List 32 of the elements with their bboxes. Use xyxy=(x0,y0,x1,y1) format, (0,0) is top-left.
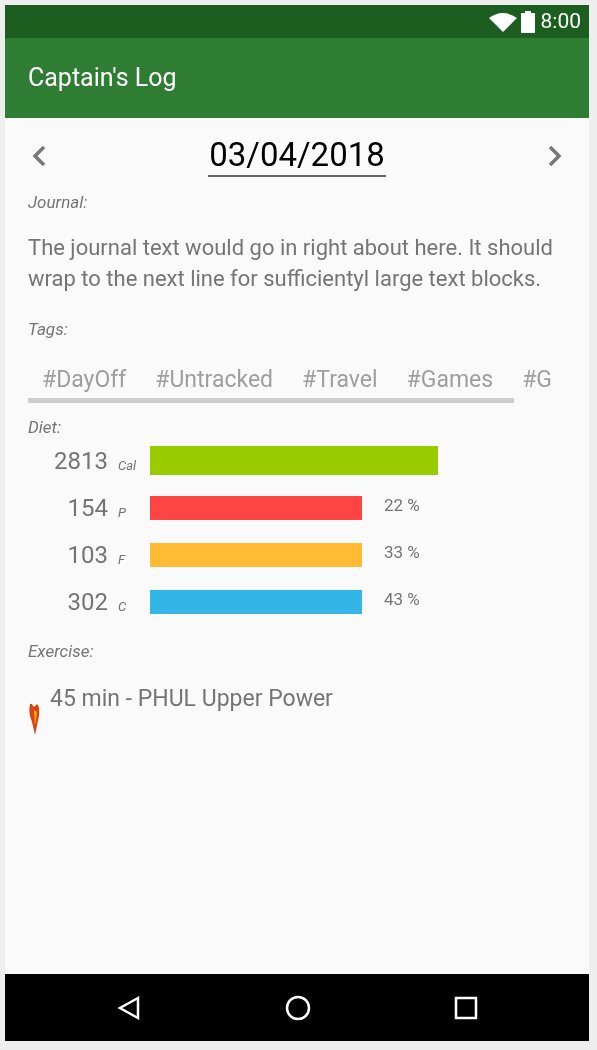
diet-unit: Cal xyxy=(117,457,138,475)
date-field[interactable]: 03/04/2018 xyxy=(208,135,386,177)
tag-chip[interactable]: #DayOff xyxy=(42,366,127,394)
journal-text: The journal text would go in right about here. It should wrap to the next line for sufficientyl large text blocks. xyxy=(28,233,554,293)
chevron-right-icon xyxy=(548,145,562,167)
section-label: Tags: xyxy=(28,317,69,341)
tag-chip[interactable]: #Untracked xyxy=(155,366,274,394)
diet-amount: 154 xyxy=(66,492,108,524)
status-time: 8:00 xyxy=(540,7,581,35)
battery-icon xyxy=(520,10,535,33)
diet-unit: F xyxy=(117,551,127,569)
tag-chip[interactable]: #Travel xyxy=(302,366,378,394)
flame-icon xyxy=(28,702,40,736)
tag-chip[interactable]: #G xyxy=(522,366,552,394)
app-title: Captain's Log xyxy=(28,62,177,95)
diet-percent: 22 % xyxy=(384,493,420,517)
overview-icon[interactable] xyxy=(453,995,478,1020)
section-label: Diet: xyxy=(28,416,63,439)
section-label: Journal: xyxy=(28,191,89,214)
diet-percent: 43 % xyxy=(384,587,420,611)
diet-percent: 33 % xyxy=(384,540,420,564)
exercise-entry[interactable]: 45 min - PHUL Upper Power xyxy=(50,682,333,717)
tag-chip[interactable]: #Games xyxy=(406,366,494,394)
home-icon[interactable] xyxy=(285,994,311,1021)
section-label: Exercise: xyxy=(28,639,95,663)
diet-amount: 103 xyxy=(66,539,108,571)
diet-unit: C xyxy=(117,598,128,616)
diet-amount: 302 xyxy=(66,586,108,618)
diet-amount: 2813 xyxy=(53,445,108,477)
wifi-icon xyxy=(488,11,517,32)
chevron-left-icon xyxy=(32,145,46,167)
diet-unit: P xyxy=(117,504,127,522)
